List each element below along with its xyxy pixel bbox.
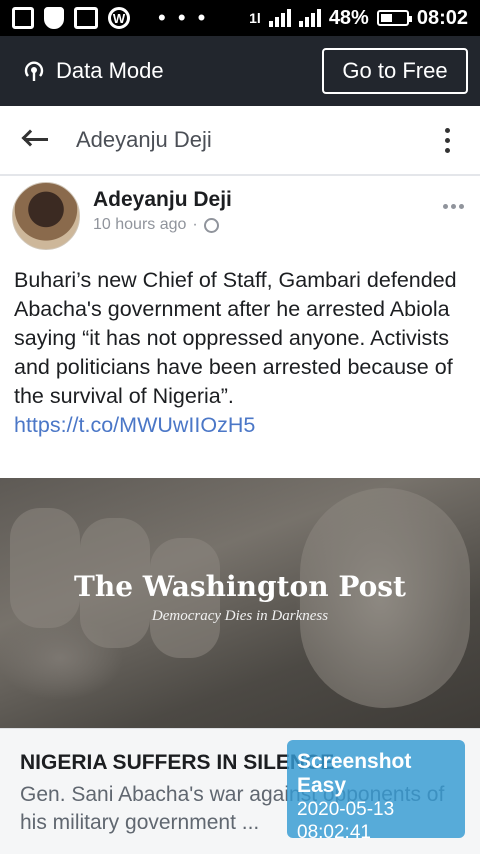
post-meta: Adeyanju Deji 10 hours ago · — [93, 182, 232, 252]
overlay-date: 2020-05-13 — [297, 799, 395, 820]
post-header: Adeyanju Deji 10 hours ago · — [12, 182, 468, 252]
system-status: 1l 48% 08:02 — [249, 7, 468, 30]
post-time[interactable]: 10 hours ago — [93, 216, 186, 234]
news-icon — [12, 7, 34, 29]
post-author[interactable]: Adeyanju Deji — [93, 188, 232, 212]
publisher-tagline: Democracy Dies in Darkness — [151, 608, 329, 624]
more-notifications-icon: • • • — [158, 5, 209, 30]
data-transfer-icon: 1l — [249, 10, 261, 26]
globe-icon — [203, 217, 219, 233]
page-title: Adeyanju Deji — [76, 127, 212, 152]
back-arrow-icon[interactable] — [21, 129, 48, 150]
status-bar: W • • • 1l 48% 08:02 — [0, 0, 480, 36]
data-mode-bar: Data Mode Go to Free — [0, 36, 480, 106]
go-to-free-button[interactable]: Go to Free — [322, 48, 468, 94]
more-options-icon[interactable] — [437, 124, 458, 157]
data-mode-label: Data Mode — [56, 58, 164, 83]
screenshot-easy-overlay: Screenshot Easy 2020-05-13 08:02:41 — [287, 740, 465, 843]
link-preview-image[interactable]: The Washington Post Democracy Dies in Da… — [0, 478, 480, 728]
overlay-title: Screenshot Easy — [297, 750, 412, 797]
data-mode-icon — [24, 61, 44, 81]
signal-icon — [268, 9, 291, 27]
shield-icon — [44, 7, 64, 29]
post-body: Buhari’s new Chief of Staff, Gambari def… — [14, 268, 457, 408]
post-link[interactable]: https://t.co/MWUwIIOzH5 — [14, 413, 255, 437]
avatar[interactable] — [12, 182, 80, 250]
clock: 08:02 — [416, 6, 468, 29]
post-text: Buhari’s new Chief of Staff, Gambari def… — [14, 266, 466, 440]
publisher-logo: The Washington Post — [74, 570, 406, 603]
post-time-row: 10 hours ago · — [93, 216, 232, 234]
page-header: Adeyanju Deji — [0, 106, 480, 176]
wordpress-icon: W — [108, 7, 130, 29]
post-options-icon[interactable] — [443, 204, 464, 209]
battery-fill — [380, 14, 393, 22]
gmail-icon — [74, 7, 98, 29]
signal-icon-2 — [298, 9, 321, 27]
battery-icon — [376, 10, 412, 26]
meta-separator: · — [192, 216, 198, 233]
overlay-time: 08:02:41 — [297, 822, 371, 843]
notification-icons: W • • • — [12, 7, 208, 29]
battery-percent: 48% — [328, 6, 369, 29]
